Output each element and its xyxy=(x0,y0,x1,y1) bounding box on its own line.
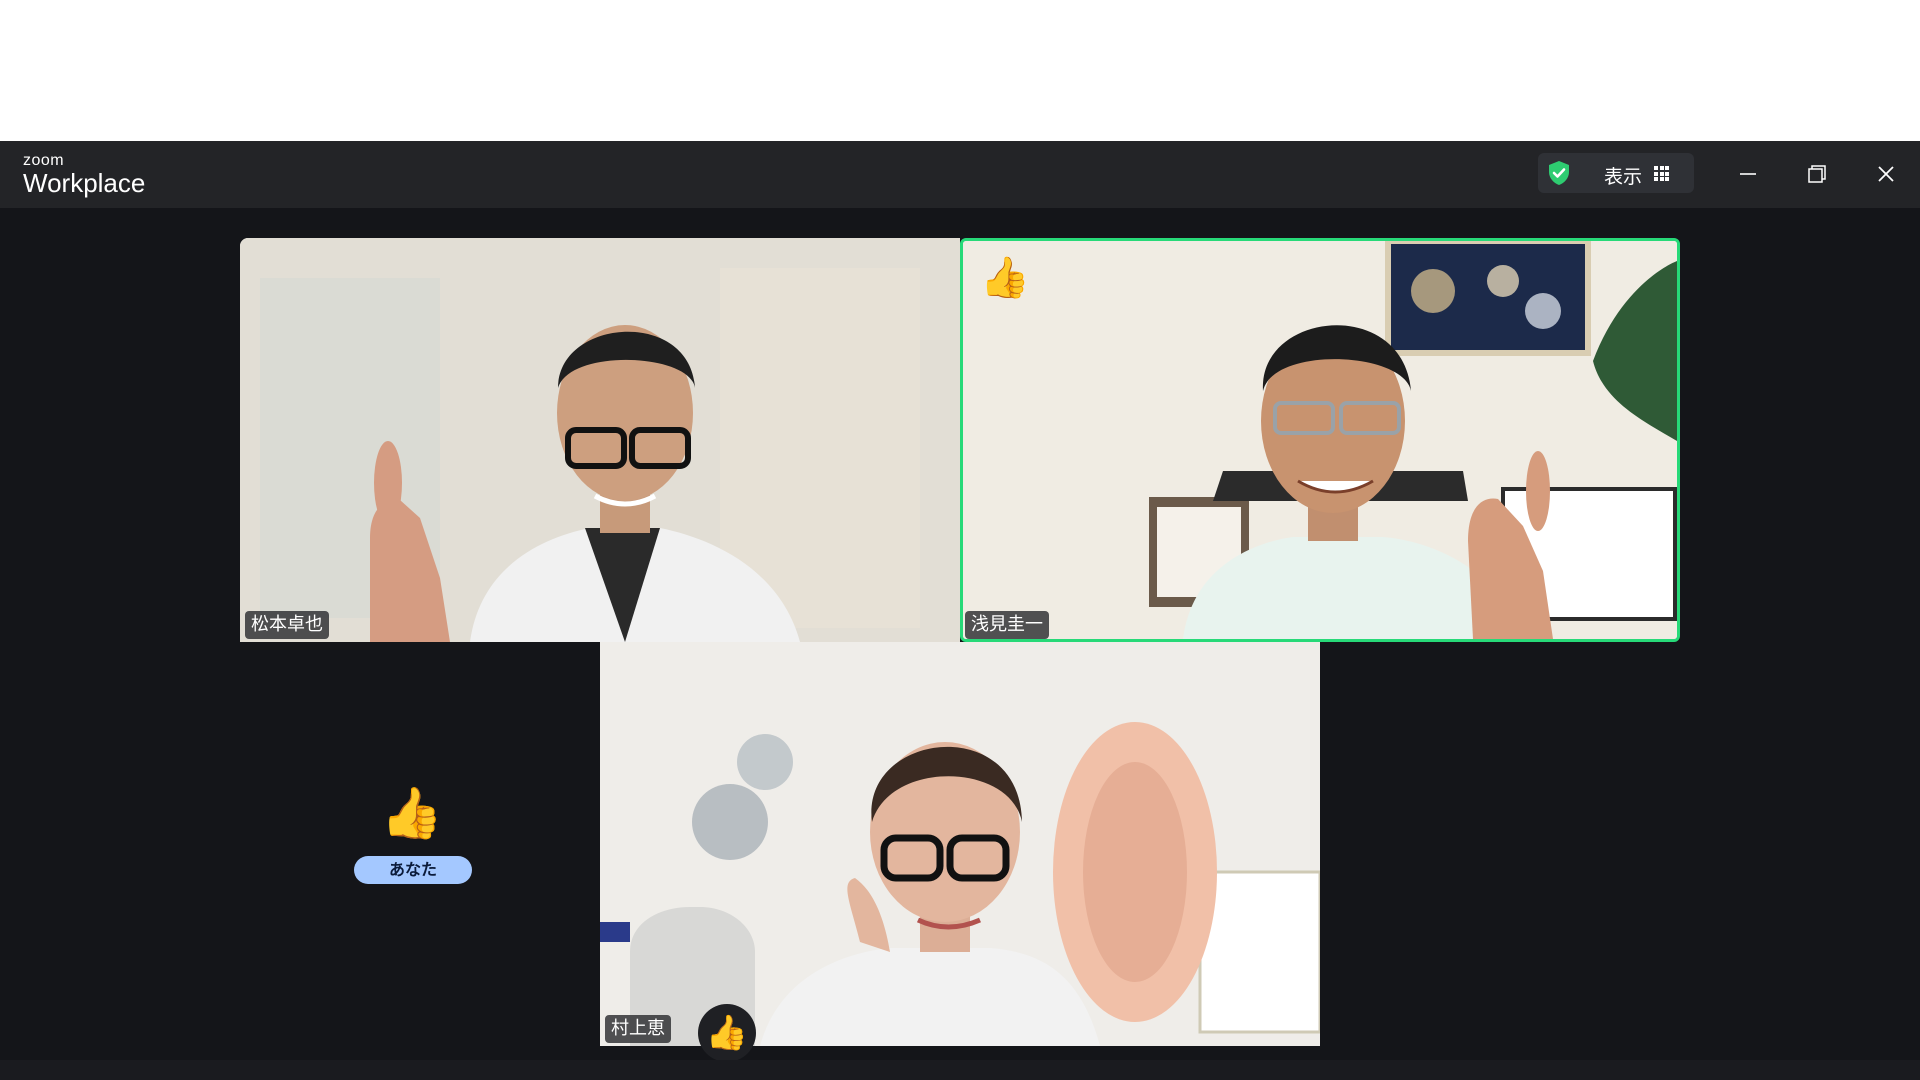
grid-icon xyxy=(1654,166,1669,181)
brand-small: zoom xyxy=(23,152,65,169)
video-tile-participant-2-active-speaker[interactable]: 👍 浅見圭一 xyxy=(960,238,1680,642)
participant-name-tag: 村上恵 xyxy=(605,1015,671,1043)
shield-check-icon[interactable] xyxy=(1545,159,1573,187)
video-stage: 松本卓也 👍 浅見圭一 村上恵 👍 あなた xyxy=(0,208,1920,1060)
title-bar: zoom Workplace 表示 xyxy=(0,141,1920,208)
minimize-icon[interactable] xyxy=(1728,154,1768,194)
meeting-controls-toolbar xyxy=(0,1060,1920,1080)
floating-reaction-button[interactable]: 👍 xyxy=(698,1004,756,1062)
participant-name-tag: 松本卓也 xyxy=(245,611,329,639)
participant-video xyxy=(240,238,960,642)
video-tile-participant-1[interactable]: 松本卓也 xyxy=(240,238,960,642)
view-label: 表示 xyxy=(1604,166,1643,188)
zoom-workplace-logo: zoom Workplace xyxy=(23,152,146,198)
thumbs-up-icon: 👍 xyxy=(980,255,1030,301)
participant-name-tag: 浅見圭一 xyxy=(965,611,1049,639)
view-button[interactable]: 表示 xyxy=(1538,153,1694,193)
restore-icon[interactable] xyxy=(1797,154,1837,194)
close-icon[interactable] xyxy=(1866,154,1906,194)
video-tile-participant-3[interactable]: 村上恵 xyxy=(600,642,1320,1046)
thumbs-up-icon: 👍 xyxy=(380,784,444,842)
self-view-placeholder[interactable]: 👍 あなた xyxy=(353,788,473,884)
brand-big: Workplace xyxy=(23,168,146,198)
participant-video xyxy=(963,241,1677,639)
thumbs-up-icon: 👍 xyxy=(705,1013,749,1053)
participant-video xyxy=(600,642,1320,1046)
you-badge: あなた xyxy=(354,856,472,884)
